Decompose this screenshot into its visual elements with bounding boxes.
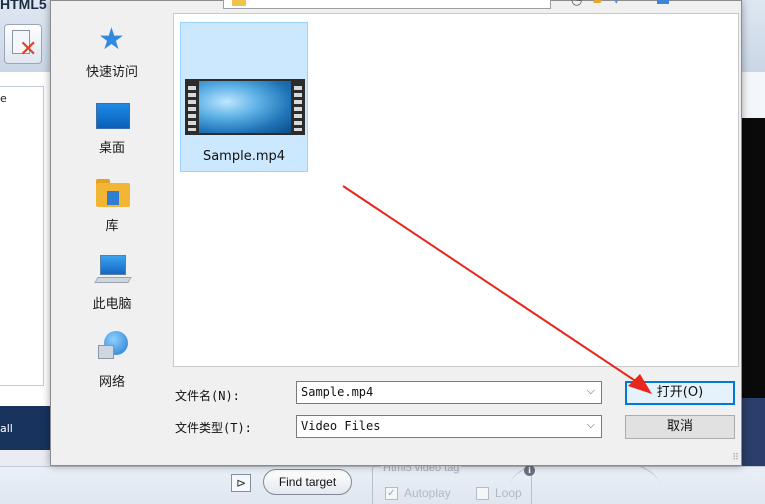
preview-pane-icon[interactable] [657,0,669,4]
nav-item-label: 快速访问 [85,65,138,80]
filename-combobox[interactable]: Sample.mp4 ⌵ [296,381,602,404]
network-icon [98,331,128,361]
address-bar[interactable] [223,0,551,9]
app-right-panel-top [740,72,765,118]
file-name: Sample.mp4 [202,149,286,164]
nav-item-quick-access[interactable]: ★ 快速访问 [51,25,173,87]
nav-item-desktop[interactable]: 桌面 [51,101,173,163]
nav-item-label: 库 [105,219,119,234]
app-left-panel [0,72,52,412]
navigation-pane: ★ 快速访问 桌面 库 此电脑 网络 [51,13,173,391]
app-video-preview [740,118,765,398]
close-document-button[interactable]: ✕ [4,24,42,64]
view-menu-icon[interactable]: ▾ [613,0,620,8]
nav-item-library[interactable]: 库 [51,177,173,239]
app-left-list-item[interactable]: e [0,92,7,105]
autoplay-label: Autoplay [404,486,451,500]
app-title: HTML5 [0,0,47,12]
loop-label: Loop [495,486,522,500]
new-folder-icon[interactable]: ▰ [593,0,603,8]
app-left-button-label: all [0,422,13,435]
refresh-icon[interactable]: ◔ [571,0,582,8]
filename-value: Sample.mp4 [301,385,374,399]
nav-item-label: 网络 [98,375,125,390]
open-file-dialog: ◔ ▰ ▾ ★ 快速访问 桌面 库 此电脑 网络 Sample.mp4 文件名(… [50,0,742,466]
open-button[interactable]: 打开(O) [625,381,735,405]
close-icon: ✕ [19,37,38,62]
folder-icon [232,0,246,6]
video-file-icon [185,79,305,135]
filetype-value: Video Files [301,419,381,433]
computer-icon [94,255,132,283]
resize-grip-icon[interactable]: ⠿ [732,453,739,463]
loop-checkbox[interactable] [476,487,489,500]
nav-item-label: 桌面 [98,141,125,156]
filetype-select[interactable]: Video Files ⌵ [296,415,602,438]
nav-item-network[interactable]: 网络 [51,331,173,393]
cancel-button[interactable]: 取消 [625,415,735,439]
file-list-pane[interactable]: Sample.mp4 [173,13,739,367]
library-icon [96,179,130,207]
app-left-button[interactable]: all [0,406,52,450]
file-item[interactable]: Sample.mp4 [180,22,308,172]
app-left-list[interactable] [0,86,44,386]
chevron-down-icon[interactable]: ⌵ [587,418,595,432]
dialog-toolbar: ◔ ▰ ▾ [571,0,669,8]
nav-item-this-pc[interactable]: 此电脑 [51,253,173,315]
info-icon[interactable]: i [524,465,535,476]
desktop-icon [96,103,130,129]
browse-folder-button[interactable]: ⊳ [231,474,251,492]
star-icon: ★ [98,22,125,57]
autoplay-checkbox[interactable]: ✓ [385,487,398,500]
app-right-panel-bottom [740,398,765,468]
find-target-button[interactable]: Find target [263,469,352,495]
chevron-down-icon[interactable]: ⌵ [587,384,595,398]
filetype-label: 文件类型(T): [175,421,252,435]
nav-item-label: 此电脑 [92,297,132,312]
filename-label: 文件名(N): [175,389,240,403]
